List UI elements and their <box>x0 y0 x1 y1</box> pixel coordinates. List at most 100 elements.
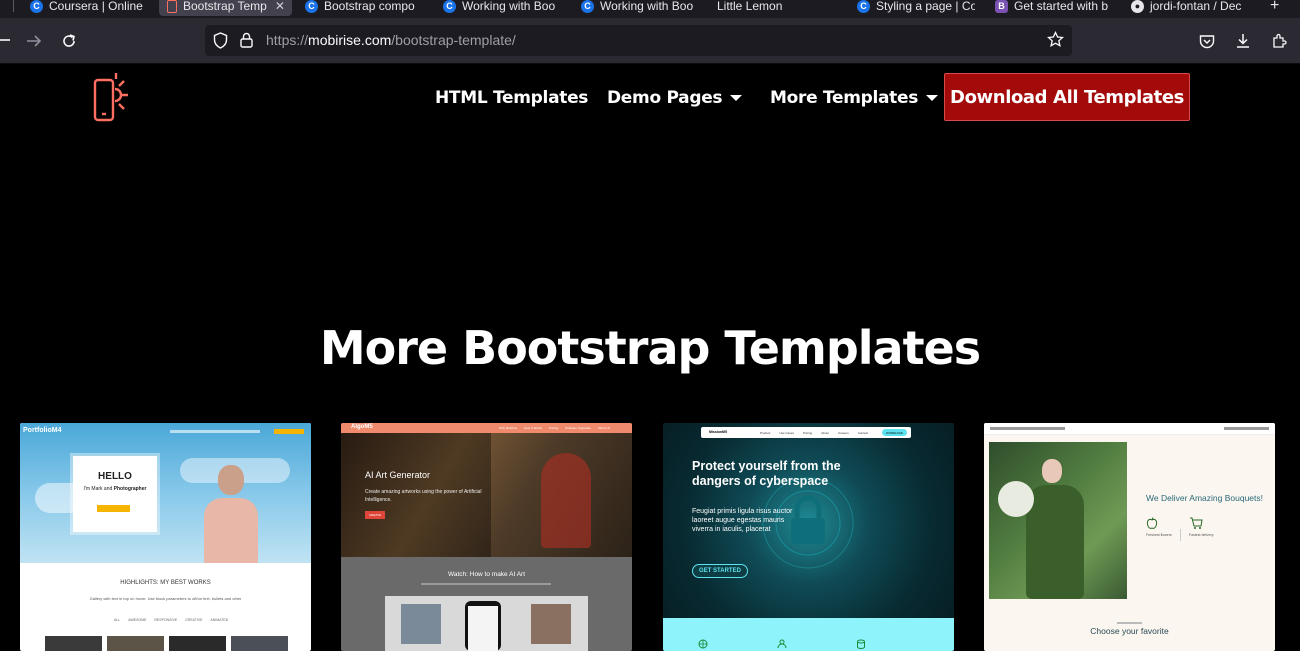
tab-bootstrap-components[interactable]: C Bootstrap compo <box>305 0 420 16</box>
highlights-suffix: MY BEST WORKS <box>160 580 211 586</box>
choose-heading: Choose your favorite <box>1090 626 1169 636</box>
mobirise-logo-icon[interactable] <box>92 73 144 125</box>
hello-box <box>73 456 157 532</box>
tab-get-started-bootstrap[interactable]: B Get started with b <box>995 0 1110 16</box>
card-description: Create amazing artworks using the power … <box>365 489 482 503</box>
filter-responsive: RESPONSIVE <box>154 618 178 622</box>
photo-tile <box>401 604 441 644</box>
pocket-icon[interactable] <box>1199 34 1215 49</box>
hello-heading: HELLO <box>98 471 132 482</box>
filter-awesome: AWESOME <box>128 618 147 622</box>
back-arrow-icon[interactable] <box>0 34 10 46</box>
cart-icon <box>1190 517 1203 529</box>
nav-link: Contact <box>857 431 869 435</box>
extensions-icon[interactable] <box>1271 33 1287 49</box>
hello-button <box>97 505 130 512</box>
menu-more-templates[interactable]: More Templates <box>770 87 939 109</box>
feature-fastest: Fastest delivery <box>1189 533 1214 537</box>
person-shirt <box>204 498 258 563</box>
url-text[interactable]: https://mobirise.com/bootstrap-template/ <box>266 32 516 49</box>
card-description: Feugiat primis ligula risus auctor laore… <box>692 508 793 533</box>
nav-button <box>274 429 304 434</box>
contact-placeholder <box>990 427 1065 430</box>
tab-separator <box>13 0 14 12</box>
filter-all: ALL <box>114 618 121 622</box>
menu-demo-pages[interactable]: Demo Pages <box>607 87 743 109</box>
template-card-flowers[interactable]: We Deliver Amazing Bouquets! Freshest fl… <box>984 423 1275 651</box>
gallery-thumb <box>231 636 288 651</box>
tracking-protection-shield-icon[interactable] <box>213 32 228 49</box>
coursera-icon: C <box>857 0 870 13</box>
tab-title: jordi-fontan / Dec <box>1150 0 1242 13</box>
coursera-icon: C <box>305 0 318 13</box>
card-title: AI Art Generator <box>365 470 431 480</box>
tab-title: Get started with b <box>1014 0 1109 13</box>
tab-little-lemon[interactable]: Little Lemon <box>717 0 832 16</box>
create-button: CREATE <box>365 511 385 519</box>
tab-title: Little Lemon <box>717 0 783 13</box>
intro-bold: Photographer <box>113 486 147 492</box>
intro-plain: I'm Mark and <box>83 486 114 492</box>
new-tab-button[interactable]: + <box>1270 0 1290 16</box>
tab-github-repo[interactable]: ● jordi-fontan / Dec <box>1131 0 1251 16</box>
coursera-icon: C <box>581 0 594 13</box>
highlights-heading: HIGHLIGHTS: MY BEST WORKS <box>20 580 311 586</box>
globe-icon <box>698 639 708 649</box>
bookmark-star-icon[interactable] <box>1047 31 1064 48</box>
tab-title: Working with Boo <box>462 0 556 13</box>
filter-bar: ALL AWESOME RESPONSIVE CREATIVE ANIMATED <box>114 618 228 622</box>
watch-heading: Watch: How to make AI Art <box>447 571 526 578</box>
template-card-portfolio[interactable]: PortfolioM4 HELLO I'm Mark and Photograp… <box>20 423 311 651</box>
caret-down-icon <box>926 95 939 101</box>
tab-title: Bootstrap Temp <box>183 0 267 13</box>
feature-divider <box>1180 529 1181 541</box>
bouquet <box>998 481 1034 517</box>
download-all-templates-button[interactable]: Download All Templates <box>944 73 1190 121</box>
filter-animated: ANIMATED <box>210 618 229 622</box>
close-tab-icon[interactable]: ✕ <box>275 0 285 13</box>
template-card-algo[interactable]: AlgoM5 Why Mobirise How It Works Pricing… <box>341 423 632 651</box>
github-icon: ● <box>1131 0 1144 13</box>
card-title: We Deliver Amazing Bouquets! <box>1146 493 1264 503</box>
menu-html-templates[interactable]: HTML Templates <box>435 87 588 109</box>
gallery-thumb <box>169 636 226 651</box>
intro-text: I'm Mark and Photographer <box>73 486 157 492</box>
page-title: More Bootstrap Templates <box>319 321 981 375</box>
tab-working-with-bootstrap-1[interactable]: C Working with Boo <box>443 0 558 16</box>
gallery-thumb <box>45 636 102 651</box>
url-bar[interactable]: https://mobirise.com/bootstrap-template/ <box>205 25 1072 56</box>
nav-link: Use Cases <box>779 431 795 435</box>
nav-link: Pricing <box>803 431 813 435</box>
photo-tile <box>531 604 571 644</box>
painting-figure <box>541 453 591 548</box>
tab-coursera-online[interactable]: C Coursera | Online <box>30 0 148 16</box>
downloads-icon[interactable] <box>1235 33 1251 49</box>
get-started-button: GET STARTED <box>692 564 748 578</box>
lock-icon[interactable] <box>240 32 253 48</box>
tab-title: Working with Boo <box>600 0 694 13</box>
mobirise-icon <box>167 0 177 13</box>
person-head <box>218 465 244 495</box>
tab-styling-a-page[interactable]: C Styling a page | Co <box>857 0 975 16</box>
address-placeholder <box>1224 427 1269 430</box>
url-scheme: https:// <box>266 32 309 48</box>
green-dress <box>1026 485 1084 599</box>
browser-nav-bar: https://mobirise.com/bootstrap-template/ <box>0 18 1300 64</box>
reload-icon[interactable] <box>61 33 77 49</box>
phone-screen <box>468 606 498 651</box>
woman-face <box>1042 459 1062 483</box>
nav-link: How It Works <box>524 426 542 430</box>
card-brand: MissionM5 <box>709 430 727 434</box>
url-host: mobirise.com <box>308 32 392 48</box>
tab-bootstrap-template[interactable]: Bootstrap Temp ✕ <box>159 0 292 16</box>
template-card-mission[interactable]: MissionM5 Product Use Cases Pricing Abou… <box>663 423 954 651</box>
forward-arrow-icon[interactable] <box>26 34 42 48</box>
user-icon <box>777 639 787 649</box>
nav-link: About Us <box>597 426 611 430</box>
tab-title: Bootstrap compo <box>324 0 415 13</box>
nav-link: Product <box>760 431 771 435</box>
browser-tab-strip: C Coursera | Online Bootstrap Temp ✕ C B… <box>0 0 1300 18</box>
caret-down-icon <box>730 95 743 101</box>
tab-working-with-bootstrap-2[interactable]: C Working with Boo <box>581 0 696 16</box>
card-brand: AlgoM5 <box>351 424 373 430</box>
